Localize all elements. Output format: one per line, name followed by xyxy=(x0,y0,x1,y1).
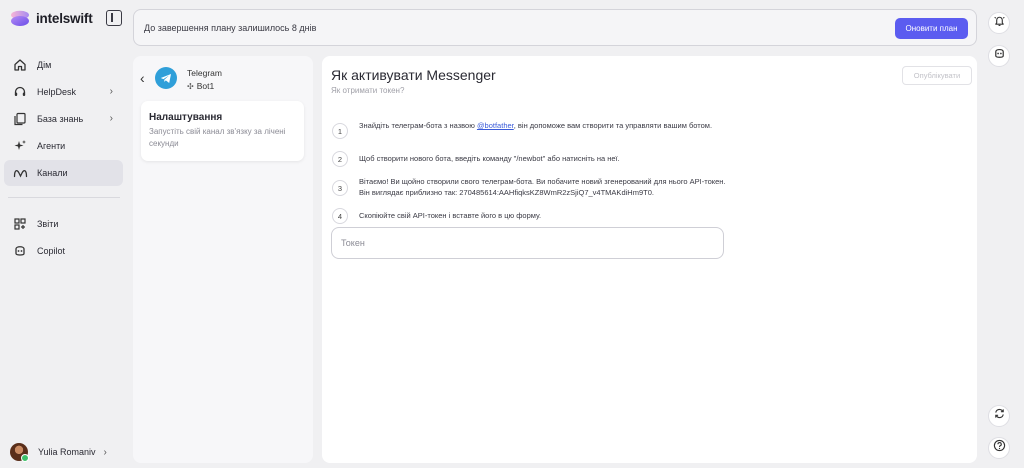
main-nav: Дім HelpDesk › База знань › Агенти Канал… xyxy=(4,52,123,265)
sidebar-item-label: Copilot xyxy=(37,246,66,256)
sidebar-item-reports[interactable]: Звіти xyxy=(4,211,123,237)
intelswift-logo-icon xyxy=(10,10,30,27)
chevron-right-icon: › xyxy=(103,446,107,458)
step-item: 3 Вітаємо! Ви щойно створили свого телег… xyxy=(332,176,732,198)
sync-button[interactable] xyxy=(988,405,1010,427)
sidebar-item-label: HelpDesk xyxy=(37,87,77,97)
page-subtitle: Як отримати токен? xyxy=(331,86,405,95)
settings-title: Налаштування xyxy=(149,112,223,123)
sidebar-item-agents[interactable]: Агенти xyxy=(4,133,123,159)
step-text: Вітаємо! Ви щойно створили свого телегра… xyxy=(359,177,726,197)
sidebar: intelswift Дім HelpDesk › База знань › А… xyxy=(0,0,128,468)
plan-banner-text: До завершення плану залишилось 8 днів xyxy=(144,23,317,33)
step-number: 2 xyxy=(332,151,348,167)
chevron-right-icon: › xyxy=(109,113,113,124)
channel-name: Telegram xyxy=(187,68,222,78)
bot-name-row: ✣ Bot1 xyxy=(187,81,214,91)
copilot-rail-button[interactable] xyxy=(988,45,1010,67)
main-content: Як активувати Messenger Як отримати токе… xyxy=(322,56,977,463)
back-chevron-icon[interactable]: ‹ xyxy=(140,70,145,86)
sidebar-item-label: Агенти xyxy=(37,141,66,151)
step-number: 1 xyxy=(332,123,348,139)
copilot-icon xyxy=(12,243,28,259)
publish-button[interactable]: Опублікувати xyxy=(902,66,972,85)
step-text-part: , він допоможе вам створити та управляти… xyxy=(513,121,713,130)
sidebar-item-copilot[interactable]: Copilot xyxy=(4,238,123,264)
sidebar-item-home[interactable]: Дім xyxy=(4,52,123,78)
bell-icon xyxy=(993,14,1006,32)
step-text: Знайдіть телеграм-бота з назвою @botfath… xyxy=(359,120,712,131)
bot-name: Bot1 xyxy=(196,81,215,91)
telegram-icon xyxy=(155,67,177,89)
channel-panel: ‹ Telegram ✣ Bot1 Налаштування Запустіть… xyxy=(133,56,313,463)
token-input[interactable] xyxy=(331,227,724,259)
step-item: 2 Щоб створити нового бота, введіть кома… xyxy=(332,151,732,167)
copilot-icon xyxy=(993,47,1006,65)
step-item: 4 Скопіюйте свій API-токен і вставте йог… xyxy=(332,208,732,224)
step-text: Скопіюйте свій API-токен і вставте його … xyxy=(359,211,542,220)
app-name: intelswift xyxy=(36,10,93,26)
sparkle-icon: ✣ xyxy=(187,81,194,91)
botfather-link[interactable]: @botfather xyxy=(477,121,514,130)
sidebar-item-knowledge-base[interactable]: База знань › xyxy=(4,106,123,132)
page-title: Як активувати Messenger xyxy=(331,67,496,83)
sidebar-item-label: Канали xyxy=(37,168,68,178)
step-item: 1 Знайдіть телеграм-бота з назвою @botfa… xyxy=(332,120,732,139)
user-name: Yulia Romaniv xyxy=(38,447,96,457)
collapse-sidebar-icon[interactable] xyxy=(106,10,122,26)
step-text-part: Знайдіть телеграм-бота з назвою xyxy=(359,121,477,130)
sidebar-item-helpdesk[interactable]: HelpDesk › xyxy=(4,79,123,105)
reports-icon xyxy=(12,216,28,232)
settings-subtitle: Запустіть свій канал зв'язку за лічені с… xyxy=(149,127,286,148)
settings-card[interactable]: Налаштування Запустіть свій канал зв'язк… xyxy=(141,101,304,161)
step-text: Щоб створити нового бота, введіть команд… xyxy=(359,154,620,163)
logo[interactable]: intelswift xyxy=(10,8,122,28)
headset-icon xyxy=(12,84,28,100)
sidebar-item-channels[interactable]: Канали xyxy=(4,160,123,186)
upgrade-plan-button[interactable]: Оновити план xyxy=(895,18,968,39)
help-button[interactable] xyxy=(988,437,1010,459)
knowledge-base-icon xyxy=(12,111,28,127)
help-icon xyxy=(993,439,1006,457)
home-icon xyxy=(12,57,28,73)
sync-icon xyxy=(993,407,1006,425)
sparkle-icon xyxy=(12,138,28,154)
chevron-right-icon: › xyxy=(109,86,113,97)
nav-divider xyxy=(8,197,120,198)
steps-list: 1 Знайдіть телеграм-бота з назвою @botfa… xyxy=(332,120,732,224)
plan-banner: До завершення плану залишилось 8 днів Он… xyxy=(133,9,977,46)
sidebar-item-label: Звіти xyxy=(37,219,59,229)
user-menu[interactable]: Yulia Romaniv › xyxy=(10,442,107,462)
sidebar-item-label: Дім xyxy=(37,60,52,70)
notifications-button[interactable] xyxy=(988,12,1010,34)
avatar xyxy=(10,443,29,462)
sidebar-item-label: База знань xyxy=(37,114,84,124)
step-number: 4 xyxy=(332,208,348,224)
step-number: 3 xyxy=(332,180,348,196)
channels-icon xyxy=(12,165,28,181)
